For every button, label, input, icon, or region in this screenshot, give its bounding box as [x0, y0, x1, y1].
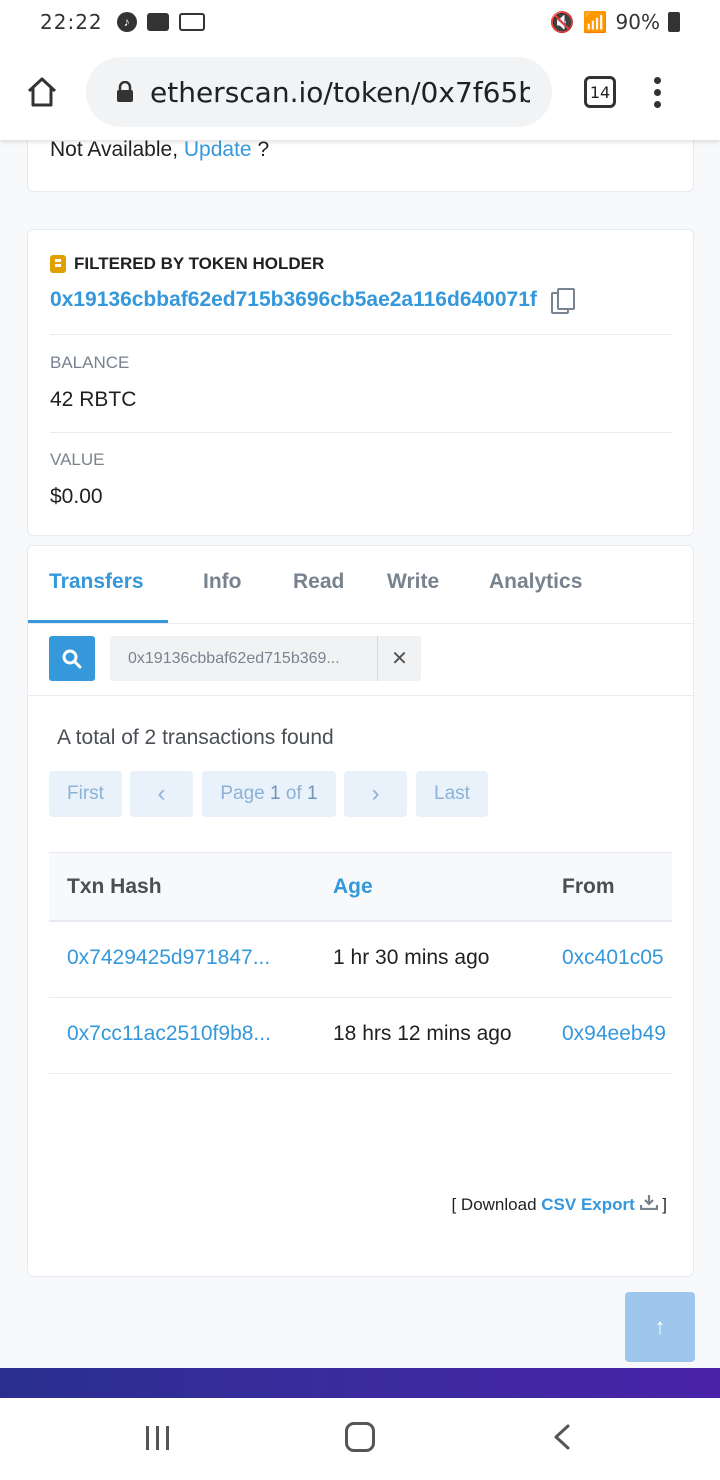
back-icon[interactable] [552, 1424, 572, 1450]
battery-icon [668, 12, 680, 32]
status-time: 22:22 [40, 10, 103, 34]
page-of: of [285, 783, 302, 804]
tab-info[interactable]: Info [203, 570, 241, 594]
status-bar: 22:22 ♪ 🔇 📶 90% [0, 0, 720, 44]
site-footer [0, 1368, 720, 1398]
token-holder-card: FILTERED BY TOKEN HOLDER 0x19136cbbaf62e… [27, 229, 694, 536]
tab-bar: Transfers Info Read Write Analytics [28, 546, 693, 624]
contact-badge-icon [50, 255, 66, 273]
txn-age: 18 hrs 12 mins ago [333, 1022, 512, 1045]
clear-filter-button[interactable]: ✕ [377, 636, 421, 681]
txn-hash-link[interactable]: 0x7429425d971847... [67, 946, 297, 970]
value-value: $0.00 [50, 485, 103, 508]
txn-hash-link[interactable]: 0x7cc11ac2510f9b8... [67, 1022, 297, 1046]
table-header: Txn Hash Age From [49, 852, 672, 922]
filter-row: 0x19136cbbaf62ed715b369... ✕ [28, 624, 693, 696]
txn-age: 1 hr 30 mins ago [333, 946, 490, 969]
voicemail-notification-icon [178, 13, 205, 31]
search-button[interactable] [49, 636, 95, 681]
wifi-icon: 📶 [582, 10, 608, 34]
recents-icon [156, 1426, 159, 1450]
pager-first-button[interactable]: First [49, 771, 122, 817]
lock-icon [116, 81, 134, 103]
page-current: 1 [270, 783, 281, 804]
home-button[interactable] [22, 72, 62, 112]
not-available-text: Not Available, [50, 138, 179, 161]
download-icon[interactable] [639, 1194, 658, 1211]
address-bar[interactable]: etherscan.io/token/0x7f65be [86, 57, 552, 127]
pager-page-indicator: Page 1 of 1 [202, 771, 336, 817]
menu-dot-icon [654, 88, 661, 96]
transaction-count: A total of 2 transactions found [57, 726, 334, 749]
holder-title-text: FILTERED BY TOKEN HOLDER [74, 254, 325, 273]
transfers-card: Transfers Info Read Write Analytics 0x19… [27, 545, 694, 1277]
active-tab-indicator [28, 620, 168, 623]
system-navigation-bar [0, 1398, 720, 1480]
csv-prefix: [ Download [451, 1195, 537, 1214]
tab-switcher-button[interactable]: 14 [584, 76, 616, 108]
pager-last-button[interactable]: Last [416, 771, 488, 817]
recents-icon [166, 1426, 169, 1450]
holder-address-link[interactable]: 0x19136cbbaf62ed715b3696cb5ae2a116d64007… [50, 288, 537, 312]
tab-read[interactable]: Read [293, 570, 344, 594]
csv-export: [ Download CSV Export ] [451, 1194, 667, 1215]
balance-label: BALANCE [50, 353, 130, 372]
copy-icon[interactable] [550, 288, 575, 314]
page-total: 1 [307, 783, 318, 804]
browser-toolbar: etherscan.io/token/0x7f65be 14 [0, 44, 720, 140]
transactions-table: Txn Hash Age From 0x7429425d971847... 1 … [49, 852, 672, 1074]
divider [50, 432, 672, 433]
question-mark: ? [257, 138, 270, 161]
battery-percent: 90% [615, 10, 660, 34]
music-notification-icon: ♪ [116, 12, 137, 32]
browser-menu-button[interactable] [654, 76, 661, 108]
table-row: 0x7cc11ac2510f9b8... 18 hrs 12 mins ago … [49, 998, 672, 1074]
pager-prev-button[interactable]: ‹ [130, 771, 193, 817]
address-filter-chip: 0x19136cbbaf62ed715b369... [110, 636, 377, 681]
value-label: VALUE [50, 450, 105, 469]
menu-dot-icon [654, 100, 661, 108]
mute-icon: 🔇 [549, 10, 575, 34]
csv-suffix: ] [662, 1195, 667, 1214]
column-age[interactable]: Age [333, 875, 373, 899]
csv-export-link[interactable]: CSV Export [541, 1195, 635, 1214]
page-prefix: Page [220, 783, 265, 804]
holder-title: FILTERED BY TOKEN HOLDER [50, 254, 324, 274]
menu-dot-icon [654, 76, 661, 84]
scroll-to-top-button[interactable]: ↑ [625, 1292, 695, 1362]
tab-analytics[interactable]: Analytics [489, 570, 582, 594]
txn-from-link[interactable]: 0xc401c05 [562, 946, 674, 970]
table-row: 0x7429425d971847... 1 hr 30 mins ago 0xc… [49, 922, 672, 998]
price-status: Not Available, Update ? [50, 138, 269, 162]
nav-home-button[interactable] [345, 1422, 375, 1452]
url-text: etherscan.io/token/0x7f65be [150, 75, 530, 109]
pager-next-button[interactable]: › [344, 771, 407, 817]
recents-icon [146, 1426, 149, 1450]
tab-write[interactable]: Write [387, 570, 439, 594]
chat-notification-icon [146, 13, 169, 31]
column-from: From [562, 875, 615, 898]
tab-transfers[interactable]: Transfers [49, 570, 144, 594]
update-link[interactable]: Update [184, 138, 252, 161]
holder-address: 0x19136cbbaf62ed715b3696cb5ae2a116d64007… [50, 288, 575, 314]
column-txn-hash: Txn Hash [67, 875, 162, 898]
recents-button[interactable] [146, 1426, 169, 1450]
home-icon [27, 77, 57, 107]
divider [50, 334, 672, 335]
txn-from-link[interactable]: 0x94eeb49 [562, 1022, 674, 1046]
balance-value: 42 RBTC [50, 388, 137, 411]
search-icon [62, 649, 82, 668]
